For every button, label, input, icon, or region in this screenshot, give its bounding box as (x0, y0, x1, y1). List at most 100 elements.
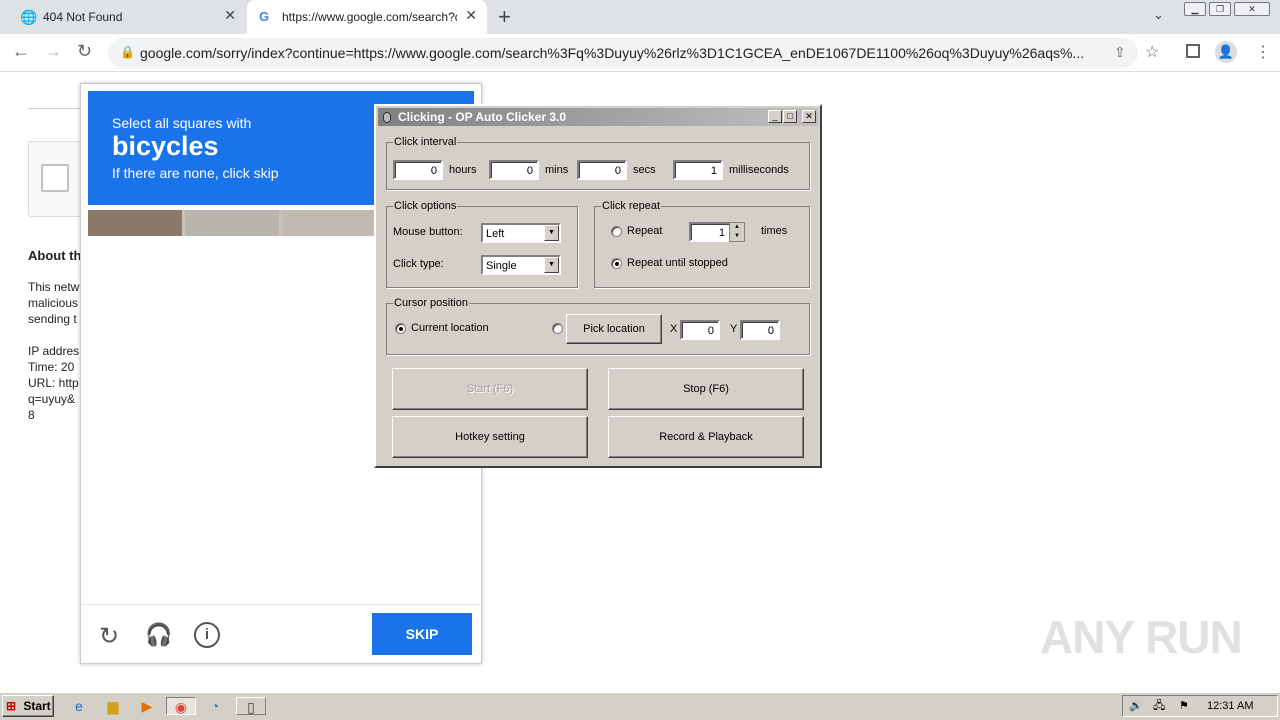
chrome-icon[interactable]: ◉ (166, 697, 196, 715)
pick-location-button[interactable]: Pick location (566, 314, 662, 344)
click-type-value: Single (486, 260, 517, 272)
media-player-icon[interactable]: ▶ (136, 697, 158, 715)
auto-clicker-task-icon[interactable]: ▯ (236, 697, 266, 715)
repeat-until-stopped-label: Repeat until stopped (627, 257, 728, 269)
y-input[interactable]: 0 (740, 320, 780, 340)
secs-input[interactable]: 0 (577, 160, 627, 180)
page-heading: About th (28, 248, 82, 263)
minimize-button[interactable]: ▁ (1184, 2, 1206, 16)
close-button[interactable]: ✕ (802, 110, 816, 123)
headphones-icon[interactable]: 🎧 (145, 622, 172, 648)
x-input[interactable]: 0 (680, 320, 720, 340)
click-repeat-group (594, 206, 810, 288)
start-button[interactable]: ⊞ Start (2, 695, 54, 717)
start-button[interactable]: Start (F6) (392, 368, 588, 410)
mouse-icon (383, 112, 391, 123)
page-text: This netw (28, 280, 80, 294)
tab-title: https://www.google.com/search?q= (282, 10, 457, 24)
group-label: Cursor position (393, 297, 469, 310)
tab-google[interactable]: G https://www.google.com/search?q= ✕ (247, 0, 487, 34)
page-text: 8 (28, 408, 35, 422)
page-text: malicious (28, 296, 79, 310)
ie-icon[interactable]: e (68, 697, 90, 715)
side-panel-icon[interactable] (1186, 44, 1200, 58)
network-icon[interactable]: 🖧 (1153, 696, 1165, 716)
group-label: Click options (393, 200, 458, 213)
close-tab-icon[interactable]: ✕ (224, 7, 236, 24)
milliseconds-label: milliseconds (729, 164, 789, 176)
recaptcha-checkbox[interactable] (41, 164, 69, 192)
x-label: X (670, 323, 678, 335)
page-text: IP addres (28, 344, 80, 358)
edge-icon[interactable]: ◔ (204, 697, 226, 715)
info-icon[interactable]: i (194, 622, 220, 648)
reload-icon[interactable]: ↻ (77, 41, 92, 62)
reload-icon[interactable]: ↻ (99, 622, 119, 651)
current-location-radio[interactable] (395, 323, 406, 334)
captcha-tile[interactable] (282, 210, 376, 236)
group-label: Click repeat (601, 200, 662, 213)
group-label: Click interval (393, 136, 458, 149)
mouse-button-select[interactable]: Left ▼ (481, 223, 561, 243)
captcha-tile[interactable] (88, 210, 182, 236)
repeat-until-stopped-radio[interactable] (611, 258, 622, 269)
google-icon: G (259, 9, 270, 24)
click-type-select[interactable]: Single ▼ (481, 255, 561, 275)
hotkey-setting-button[interactable]: Hotkey setting (392, 416, 588, 458)
close-window-button[interactable]: ✕ (1234, 2, 1270, 16)
repeat-radio[interactable] (611, 226, 622, 237)
mins-label: mins (545, 164, 569, 176)
maximize-button[interactable]: □ (783, 110, 797, 123)
chevron-down-icon[interactable]: ⌄ (1153, 7, 1164, 23)
back-icon[interactable]: ← (12, 41, 30, 62)
times-label: times (761, 225, 788, 237)
chevron-down-icon[interactable]: ▼ (544, 257, 559, 273)
divider (28, 108, 88, 109)
star-icon[interactable]: ☆ (1145, 42, 1159, 62)
lock-icon: 🔒 (120, 45, 135, 59)
current-location-label: Current location (411, 322, 489, 334)
minimize-button[interactable]: _ (768, 110, 782, 123)
page-text: q=uyuy& (28, 392, 76, 406)
forward-icon[interactable]: → (44, 41, 62, 62)
pick-location-radio[interactable] (552, 323, 563, 334)
milliseconds-input[interactable]: 1 (673, 160, 723, 180)
captcha-tile[interactable] (185, 210, 279, 236)
restore-button[interactable]: ❐ (1209, 2, 1231, 16)
tab-title: 404 Not Found (43, 10, 123, 24)
globe-icon: 🌐 (20, 9, 38, 25)
spinner-arrows-icon[interactable]: ▲ ▼ (729, 222, 745, 242)
secs-label: secs (633, 164, 656, 176)
click-type-label: Click type: (393, 258, 444, 270)
record-playback-button[interactable]: Record & Playback (608, 416, 804, 458)
watermark-logo: ANY RUN (1040, 611, 1243, 663)
y-label: Y (730, 323, 738, 335)
tab-404[interactable]: 🌐 404 Not Found ✕ (8, 0, 246, 34)
hours-label: hours (449, 164, 477, 176)
folder-icon[interactable]: ▆ (102, 697, 124, 715)
hours-input[interactable]: 0 (393, 160, 443, 180)
auto-clicker-window: Clicking - OP Auto Clicker 3.0 _ □ ✕ Cli… (374, 104, 822, 468)
speaker-icon[interactable]: 🔊 (1129, 696, 1143, 716)
flag-icon[interactable]: ⚑ (1179, 696, 1189, 716)
url-text[interactable]: google.com/sorry/index?continue=https://… (140, 45, 1105, 61)
repeat-count-input[interactable]: 1 (689, 222, 731, 242)
chevron-down-icon[interactable]: ▼ (544, 225, 559, 241)
new-tab-icon[interactable]: + (498, 4, 511, 30)
clock[interactable]: 12:31 AM (1207, 696, 1253, 716)
windows-logo-icon: ⊞ (6, 699, 17, 713)
mins-input[interactable]: 0 (489, 160, 539, 180)
mouse-button-label: Mouse button: (393, 226, 463, 238)
system-tray: 🔊 🖧 ⚑ 12:31 AM (1122, 695, 1278, 717)
close-tab-icon[interactable]: ✕ (465, 7, 477, 24)
menu-icon[interactable]: ⋮ (1255, 42, 1271, 62)
window-title: Clicking - OP Auto Clicker 3.0 (378, 108, 818, 126)
stop-button[interactable]: Stop (F6) (608, 368, 804, 410)
click-options-group (386, 206, 578, 288)
skip-button[interactable]: SKIP (372, 613, 472, 655)
profile-icon[interactable]: 👤 (1215, 41, 1237, 63)
start-label: Start (23, 699, 51, 713)
page-text: sending t (28, 312, 77, 326)
share-icon[interactable]: ⇪ (1114, 44, 1126, 61)
page-text: URL: http (28, 376, 79, 390)
